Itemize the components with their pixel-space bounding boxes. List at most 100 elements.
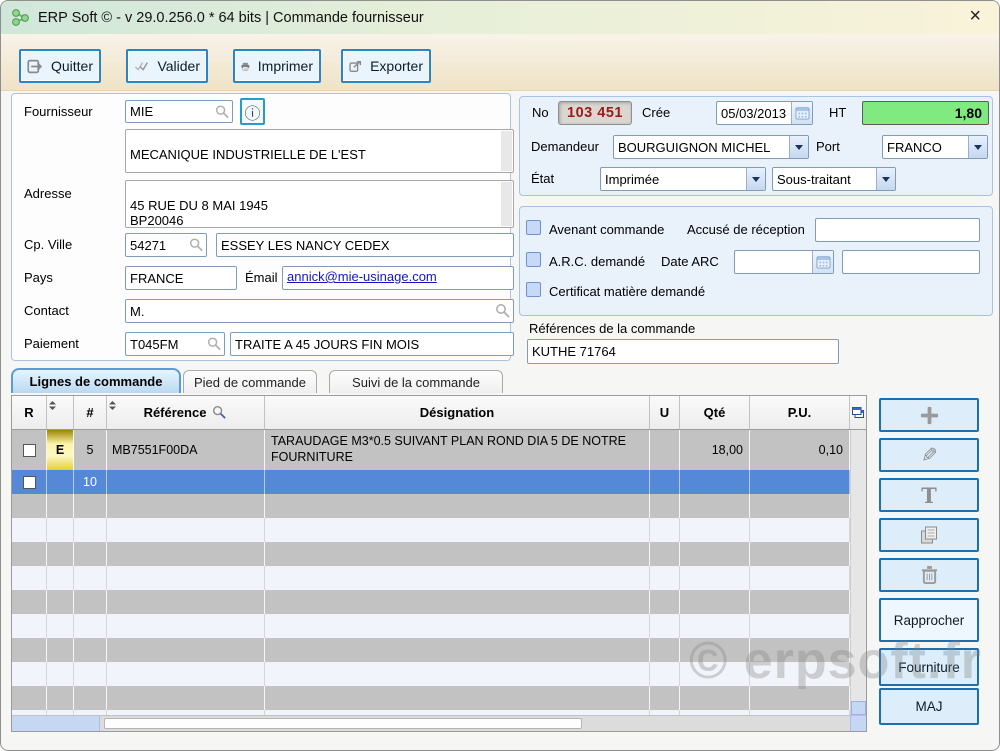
edit-line-button[interactable]: ✎ (879, 438, 979, 472)
reference-cell: MB7551F00DA (107, 430, 265, 470)
sort-icon[interactable] (109, 397, 116, 415)
empty-cell (650, 590, 680, 614)
tab-suivi-de-la-commande[interactable]: Suivi de la commande (329, 370, 503, 393)
table-row[interactable] (12, 662, 866, 686)
table-row[interactable] (12, 638, 866, 662)
email-link[interactable]: annick@mie-usinage.com (282, 266, 514, 290)
cree-label: Crée (642, 105, 670, 120)
empty-cell (107, 590, 265, 614)
date-arc-input[interactable] (735, 251, 812, 273)
pu-cell: 0,10 (750, 430, 850, 470)
hscroll-right-cap[interactable] (850, 716, 866, 731)
header-num[interactable]: # (74, 396, 107, 429)
etat-dropdown[interactable]: Imprimée (600, 167, 766, 191)
tab-pied-de-commande[interactable]: Pied de commande (183, 370, 317, 393)
etat-cell (47, 470, 74, 494)
empty-cell (107, 566, 265, 590)
maj-label: MAJ (916, 699, 943, 714)
table-row[interactable] (12, 518, 866, 542)
empty-cell (680, 590, 750, 614)
empty-cell (650, 494, 680, 518)
avenant-checkbox[interactable] (526, 220, 541, 235)
supplier-info-button[interactable]: ⓘ (240, 98, 265, 125)
table-row[interactable] (12, 590, 866, 614)
header-pu[interactable]: P.U. (750, 396, 850, 429)
header-designation[interactable]: Désignation (265, 396, 650, 429)
exit-icon (27, 58, 43, 75)
search-icon[interactable] (189, 238, 204, 253)
empty-cell (47, 494, 74, 518)
supplier-name-box[interactable]: MECANIQUE INDUSTRIELLE DE L'EST (125, 129, 514, 173)
vertical-scrollbar[interactable] (850, 430, 866, 715)
horizontal-scrollbar[interactable] (12, 715, 866, 731)
search-icon[interactable] (215, 104, 230, 119)
chevron-down-icon (968, 136, 987, 158)
cree-date-input[interactable] (717, 102, 791, 124)
accuse-label: Accusé de réception (687, 222, 805, 237)
maj-button[interactable]: MAJ (879, 688, 979, 725)
header-qte[interactable]: Qté (680, 396, 750, 429)
empty-cell (47, 590, 74, 614)
chevron-down-icon (876, 168, 895, 190)
demandeur-dropdown[interactable]: BOURGUIGNON MICHEL (613, 135, 809, 159)
pays-label: Pays (24, 270, 53, 285)
table-row[interactable] (12, 686, 866, 710)
soustraitant-dropdown[interactable]: Sous-traitant (772, 167, 896, 191)
table-row-selected[interactable]: 10 (12, 470, 866, 494)
table-row[interactable] (12, 614, 866, 638)
paiement-desc-input[interactable] (230, 332, 514, 356)
search-icon[interactable] (207, 337, 222, 352)
table-row[interactable] (12, 542, 866, 566)
adresse-box[interactable]: 45 RUE DU 8 MAI 1945 BP20046 (125, 180, 514, 228)
app-window: ERP Soft © - v 29.0.256.0 * 64 bits | Co… (0, 0, 1000, 751)
row-checkbox[interactable] (23, 444, 36, 457)
quitter-button[interactable]: Quitter (19, 49, 101, 83)
row-checkbox[interactable] (23, 476, 36, 489)
header-u[interactable]: U (650, 396, 680, 429)
tab-lignes-de-commande[interactable]: Lignes de commande (11, 368, 181, 393)
imprimer-button[interactable]: Imprimer (233, 49, 321, 83)
delete-line-button[interactable] (879, 558, 979, 592)
accuse-input[interactable] (815, 218, 980, 242)
sort-icon[interactable] (49, 397, 56, 415)
text-line-button[interactable]: T (879, 478, 979, 512)
empty-cell (750, 662, 850, 686)
printer-icon (241, 58, 250, 75)
order-number: 103 451 (558, 101, 632, 125)
arc-number-input[interactable] (842, 250, 980, 274)
add-line-button[interactable] (879, 398, 979, 432)
table-row[interactable] (12, 494, 866, 518)
hscroll-thumb[interactable] (104, 718, 582, 729)
fourniture-button[interactable]: Fourniture (879, 648, 979, 686)
ville-input[interactable] (216, 233, 514, 257)
certificat-checkbox[interactable] (526, 282, 541, 297)
column-options-button[interactable] (850, 396, 866, 429)
table-empty-rows (12, 494, 866, 732)
table-row[interactable] (12, 566, 866, 590)
header-r[interactable]: R (12, 396, 47, 429)
contact-input[interactable] (125, 299, 514, 323)
empty-cell (650, 566, 680, 590)
toolbar: Quitter Valider Imprimer (1, 34, 999, 91)
etat-label: État (531, 171, 554, 186)
hscroll-left-cap[interactable] (12, 716, 100, 731)
pays-input[interactable] (125, 266, 237, 290)
exporter-button[interactable]: Exporter (341, 49, 431, 83)
rapprocher-button[interactable]: Rapprocher (879, 598, 979, 642)
calendar-button[interactable] (812, 251, 833, 273)
arc-checkbox[interactable] (526, 252, 541, 267)
table-row[interactable]: E 5 MB7551F00DA TARAUDAGE M3*0.5 SUIVANT… (12, 430, 866, 470)
close-icon[interactable]: × (969, 5, 981, 27)
search-icon[interactable] (212, 405, 227, 420)
header-reference[interactable]: Référence (107, 396, 265, 429)
empty-cell (750, 494, 850, 518)
valider-button[interactable]: Valider (126, 49, 208, 83)
calendar-button[interactable] (791, 102, 812, 124)
ht-amount: 1,80 (862, 101, 989, 125)
app-icon (11, 8, 30, 27)
port-dropdown[interactable]: FRANCO (882, 135, 988, 159)
references-input[interactable] (527, 339, 839, 364)
scroll-down-button[interactable] (851, 701, 866, 715)
search-icon[interactable] (495, 303, 511, 319)
copy-line-button[interactable] (879, 518, 979, 552)
